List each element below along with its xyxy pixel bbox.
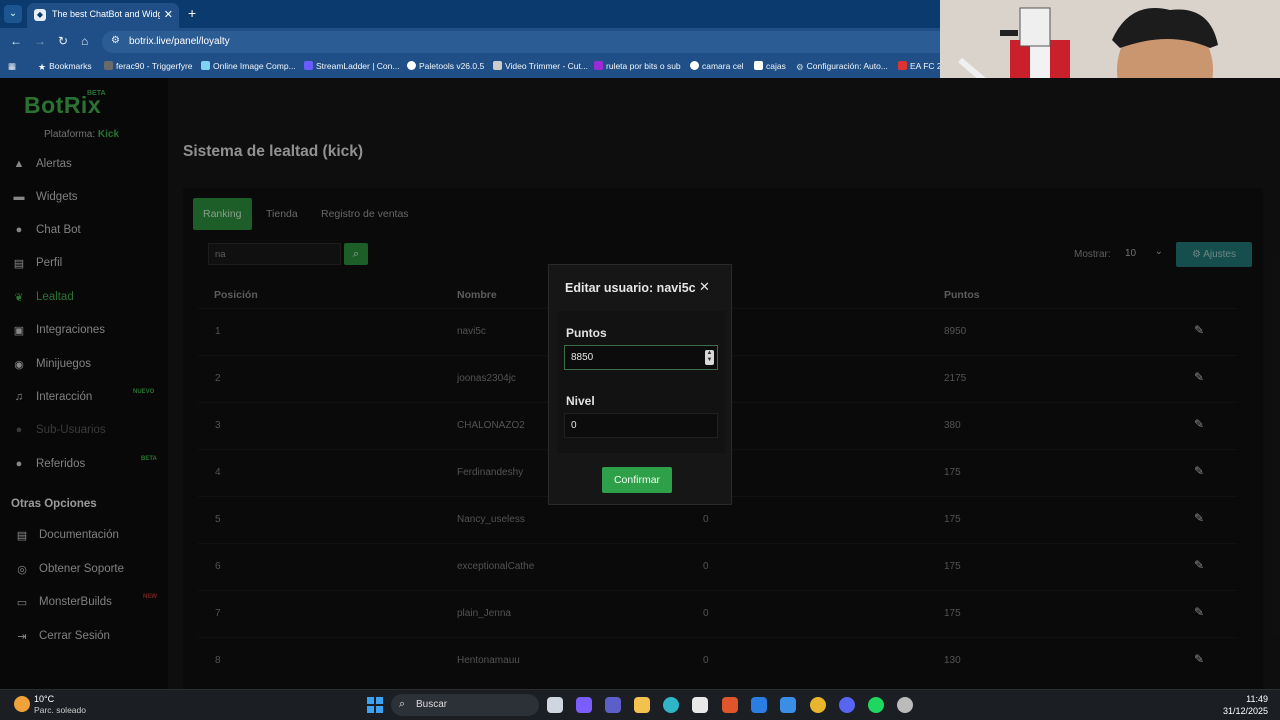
- bookmark-favicon-icon: [754, 61, 763, 70]
- bookmark-favicon-icon: [493, 61, 502, 70]
- bookmark-favicon-icon: [594, 61, 603, 70]
- bookmark-favicon-icon: [201, 61, 210, 70]
- bookmark-label: EA FC 2: [910, 61, 940, 71]
- bookmark-item[interactable]: Online Image Comp...: [201, 61, 296, 71]
- bookmark-label: Configuración: Auto...: [806, 61, 888, 71]
- bookmark-item[interactable]: StreamLadder | Con...: [304, 61, 399, 71]
- bookmark-item[interactable]: ⚙ Configuración: Auto...: [796, 61, 888, 72]
- edge-icon[interactable]: [663, 697, 679, 713]
- new-tab-icon[interactable]: +: [188, 5, 196, 21]
- back-icon[interactable]: ←: [10, 34, 22, 48]
- site-info-icon[interactable]: ⚙: [111, 35, 120, 46]
- bookmark-label: ruleta por bits o sub: [606, 61, 681, 71]
- apps-icon[interactable]: ▦: [8, 61, 16, 72]
- clock-date[interactable]: 31/12/2025: [1223, 706, 1268, 716]
- url-text: botrix.live/panel/loyalty: [129, 36, 230, 47]
- bookmark-label: cajas: [766, 61, 786, 71]
- tab-title: The best ChatBot and Widgets: [52, 9, 160, 19]
- copilot-icon[interactable]: [576, 697, 592, 713]
- close-tab-icon[interactable]: ✕: [164, 8, 173, 21]
- address-bar-row: ← → ↻ ⌂ ⚙ botrix.live/panel/loyalty: [0, 28, 940, 56]
- bookmark-favicon-icon: [104, 61, 113, 70]
- windows-start-icon[interactable]: [367, 697, 383, 713]
- chrome-icon[interactable]: [810, 697, 826, 713]
- level-input[interactable]: 0: [564, 413, 718, 438]
- clock-time[interactable]: 11:49: [1246, 694, 1268, 704]
- taskbar-search-label: Buscar: [416, 699, 448, 710]
- points-label: Puntos: [566, 326, 607, 340]
- modal-title: Editar usuario: navi5c: [565, 281, 696, 295]
- spotify-icon[interactable]: [868, 697, 884, 713]
- close-icon[interactable]: ✕: [699, 279, 710, 295]
- bookmark-item[interactable]: camara cel: [690, 61, 744, 71]
- bookmark-label: StreamLadder | Con...: [316, 61, 400, 71]
- bookmark-label: Paletools v26.0.5: [419, 61, 485, 71]
- obs-icon[interactable]: [897, 697, 913, 713]
- bookmark-star-icon: ★: [38, 62, 47, 72]
- edit-user-modal: Editar usuario: navi5c ✕ Puntos 8850 ▲ ▼ …: [548, 264, 732, 505]
- url-field[interactable]: ⚙ botrix.live/panel/loyalty: [102, 31, 940, 53]
- level-label: Nivel: [566, 394, 595, 408]
- forward-icon[interactable]: →: [34, 34, 46, 48]
- bookmark-favicon-icon: [898, 61, 907, 70]
- discord-icon[interactable]: [839, 697, 855, 713]
- confirm-button[interactable]: Confirmar: [602, 467, 672, 493]
- task-view-icon[interactable]: [547, 697, 563, 713]
- tab-search-chevron-icon[interactable]: ⌄: [4, 5, 22, 23]
- number-spinner-icon[interactable]: ▲ ▼: [705, 350, 714, 365]
- bookmark-item[interactable]: ruleta por bits o sub: [594, 61, 681, 71]
- browser-tab[interactable]: ◆ The best ChatBot and Widgets ✕: [27, 3, 179, 28]
- taskbar-search[interactable]: ⌕ Buscar: [391, 694, 539, 716]
- store-icon[interactable]: [692, 697, 708, 713]
- bookmark-item[interactable]: Paletools v26.0.5: [407, 61, 484, 71]
- bookmark-item[interactable]: ferac90 - Triggerfyre: [104, 61, 193, 71]
- botrix-favicon-icon: ◆: [34, 9, 46, 21]
- weather-sun-icon[interactable]: [14, 696, 30, 712]
- bookmark-favicon-icon: [690, 61, 699, 70]
- browser-tab-bar: ⌄ ◆ The best ChatBot and Widgets ✕ +: [0, 0, 940, 28]
- bookmark-favicon-icon: [304, 61, 313, 70]
- file-explorer-icon[interactable]: [634, 697, 650, 713]
- bookmark-item[interactable]: Video Trimmer - Cut...: [493, 61, 588, 71]
- search-icon: ⌕: [399, 698, 406, 710]
- reload-icon[interactable]: ↻: [58, 34, 68, 48]
- bookmark-label: Video Trimmer - Cut...: [505, 61, 588, 71]
- bookmark-favicon-icon: [407, 61, 416, 70]
- bookmark-label: Bookmarks: [49, 61, 92, 71]
- windows-taskbar: 10°C Parc. soleado ⌕ Buscar 11:49 31/12/…: [0, 689, 1280, 720]
- bookmark-item[interactable]: ★ Bookmarks: [38, 61, 92, 72]
- app-orange-icon[interactable]: [722, 697, 738, 713]
- bookmark-label: Online Image Comp...: [213, 61, 296, 71]
- points-value: 8850: [571, 352, 594, 363]
- home-icon[interactable]: ⌂: [81, 34, 88, 48]
- settings-favicon-icon: ⚙: [796, 62, 804, 72]
- photos-icon[interactable]: [780, 697, 796, 713]
- level-value: 0: [571, 420, 577, 431]
- bookmark-item[interactable]: cajas: [754, 61, 786, 71]
- bookmark-label: camara cel: [702, 61, 744, 71]
- weather-temperature[interactable]: 10°C: [34, 694, 54, 704]
- weather-description[interactable]: Parc. soleado: [34, 705, 86, 715]
- mail-icon[interactable]: [751, 697, 767, 713]
- teams-icon[interactable]: [605, 697, 621, 713]
- points-input[interactable]: 8850 ▲ ▼: [564, 345, 718, 370]
- bookmark-item[interactable]: EA FC 2: [898, 61, 940, 71]
- modal-body: Puntos 8850 ▲ ▼ Nivel 0: [557, 311, 725, 453]
- bookmarks-bar: ▦ ★ Bookmarks ferac90 - Triggerfyre Onlin…: [0, 56, 940, 78]
- bookmark-label: ferac90 - Triggerfyre: [116, 61, 193, 71]
